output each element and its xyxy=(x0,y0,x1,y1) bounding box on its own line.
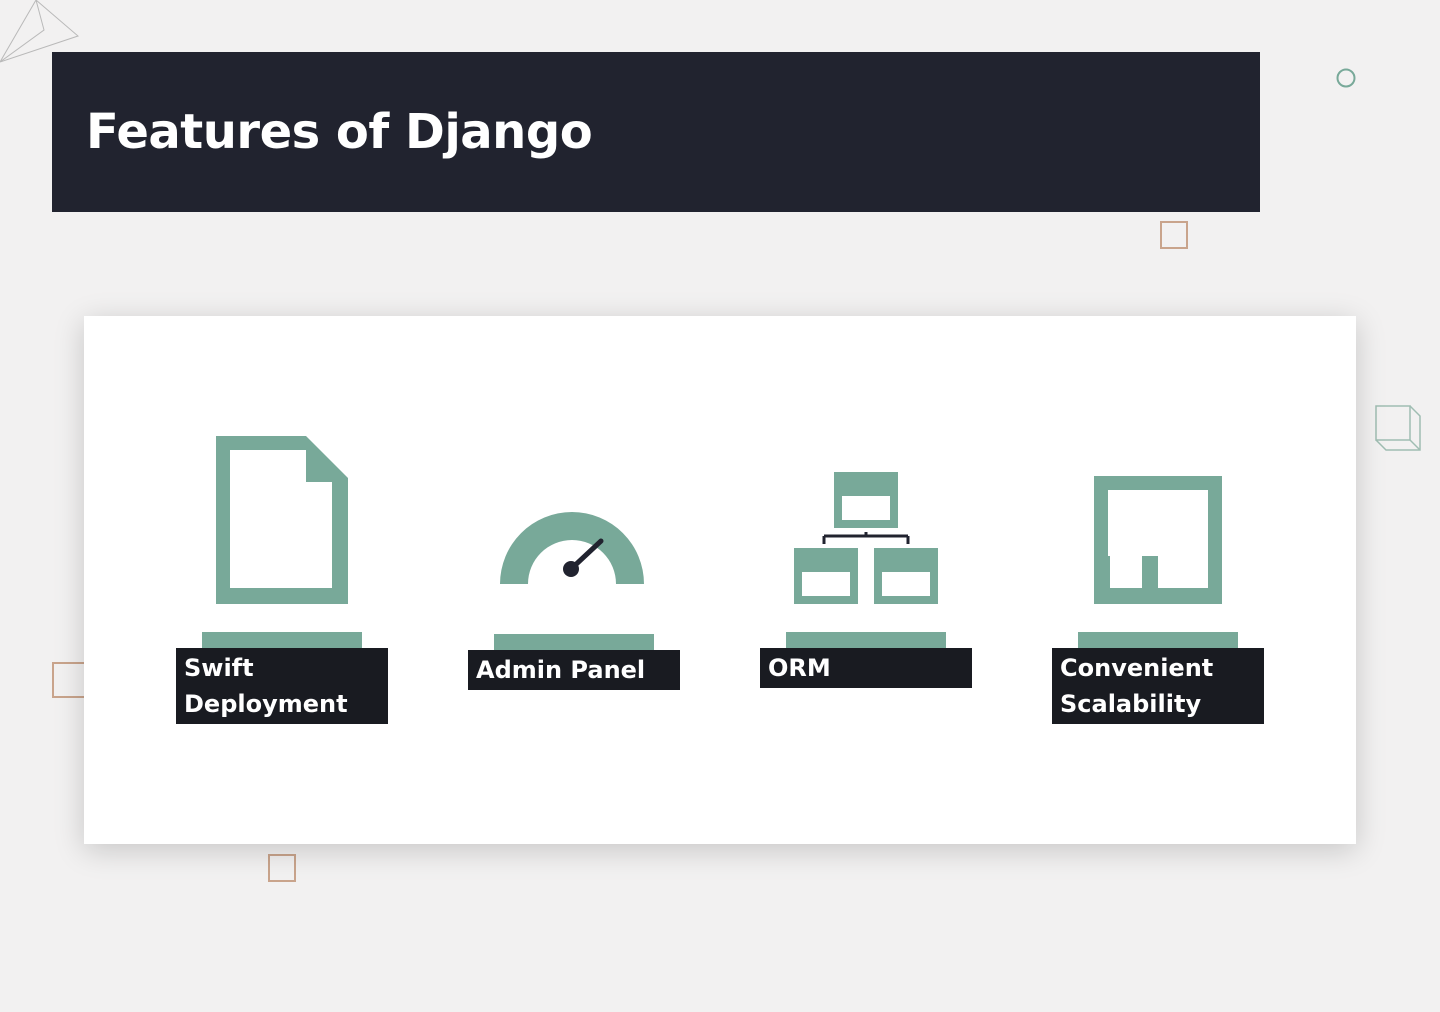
cube-decoration xyxy=(1375,405,1421,451)
circle-decoration xyxy=(1336,68,1356,88)
scale-layout-icon xyxy=(1094,476,1222,604)
square-decoration-left xyxy=(52,662,88,698)
features-card: Swift Deployment Admin Panel ORM Conveni… xyxy=(84,316,1356,844)
feature-swift-deployment: Swift Deployment xyxy=(176,316,396,844)
feature-convenient-scalability: Convenient Scalability xyxy=(1052,316,1272,844)
feature-label: Convenient Scalability xyxy=(1052,648,1264,724)
page-title: Features of Django xyxy=(86,104,593,160)
feature-label: Swift Deployment xyxy=(176,648,388,724)
title-banner: Features of Django xyxy=(52,52,1260,212)
feature-label: Admin Panel xyxy=(468,650,680,690)
hierarchy-icon xyxy=(794,472,938,604)
square-decoration-top xyxy=(1160,221,1188,249)
feature-admin-panel: Admin Panel xyxy=(468,316,688,844)
speedometer-icon xyxy=(500,512,644,584)
document-icon xyxy=(216,436,348,604)
square-decoration-bottom xyxy=(268,854,296,882)
feature-label: ORM xyxy=(760,648,972,688)
feature-orm: ORM xyxy=(760,316,980,844)
